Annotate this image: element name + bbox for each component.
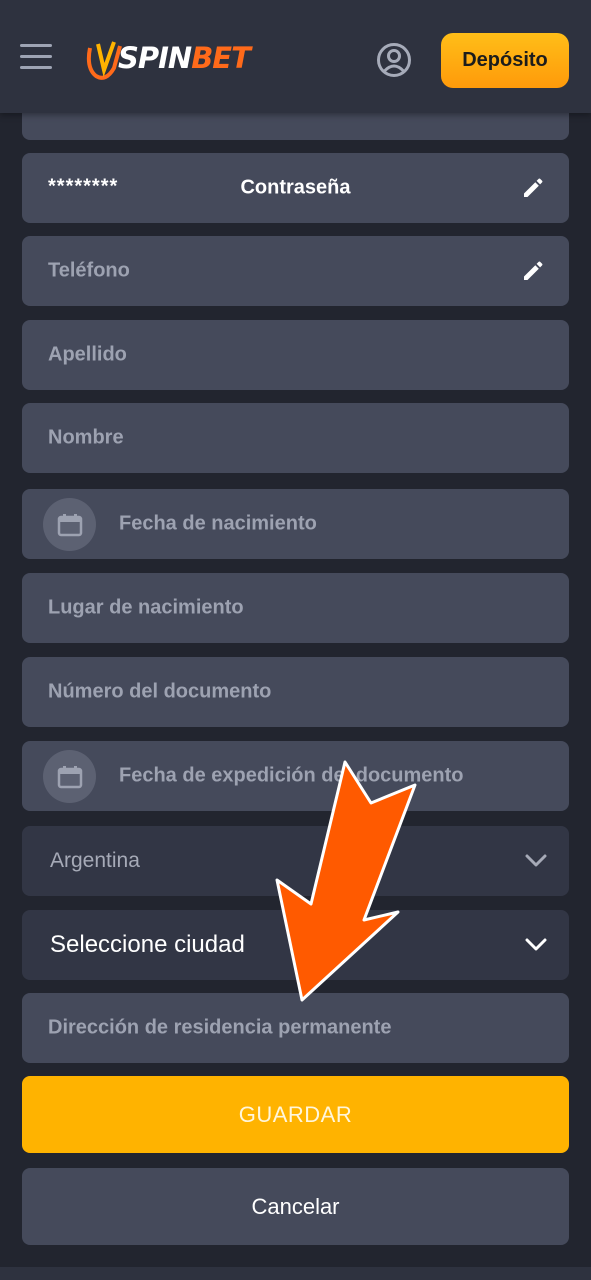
logo-wordmark: SPINBET [118, 41, 251, 75]
deposit-button[interactable]: Depósito [441, 33, 569, 88]
chevron-down-icon [525, 938, 547, 951]
password-field[interactable]: ******** Contraseña [22, 153, 569, 223]
cancel-button[interactable]: Cancelar [22, 1168, 569, 1245]
surname-field[interactable]: Apellido [22, 320, 569, 390]
phone-placeholder: Teléfono [48, 259, 130, 282]
birth-place-placeholder: Lugar de nacimiento [48, 596, 244, 619]
pencil-icon[interactable] [521, 259, 545, 283]
name-field[interactable]: Nombre [22, 403, 569, 473]
save-button[interactable]: GUARDAR [22, 1076, 569, 1153]
bottom-bar [0, 1267, 591, 1280]
hamburger-menu-icon[interactable] [20, 44, 52, 74]
document-number-field[interactable]: Número del documento [22, 657, 569, 727]
annotation-arrow-icon [275, 760, 417, 1002]
user-circle-icon[interactable] [376, 42, 412, 78]
phone-field[interactable]: Teléfono [22, 236, 569, 306]
city-value: Seleccione ciudad [50, 931, 245, 958]
pencil-icon[interactable] [521, 176, 545, 200]
birth-date-placeholder: Fecha de nacimiento [119, 512, 317, 535]
document-number-placeholder: Número del documento [48, 680, 272, 703]
address-placeholder: Dirección de residencia permanente [48, 1016, 392, 1039]
birth-date-field[interactable]: Fecha de nacimiento [22, 489, 569, 559]
password-label: Contraseña [240, 176, 351, 199]
chevron-down-icon [525, 854, 547, 867]
birth-place-field[interactable]: Lugar de nacimiento [22, 573, 569, 643]
surname-placeholder: Apellido [48, 343, 127, 366]
name-placeholder: Nombre [48, 426, 124, 449]
calendar-icon[interactable] [43, 498, 96, 551]
app-header: SPINBET Depósito [0, 0, 591, 113]
country-value: Argentina [50, 849, 140, 872]
calendar-icon[interactable] [43, 750, 96, 803]
spinbet-logo[interactable]: SPINBET [84, 36, 251, 86]
